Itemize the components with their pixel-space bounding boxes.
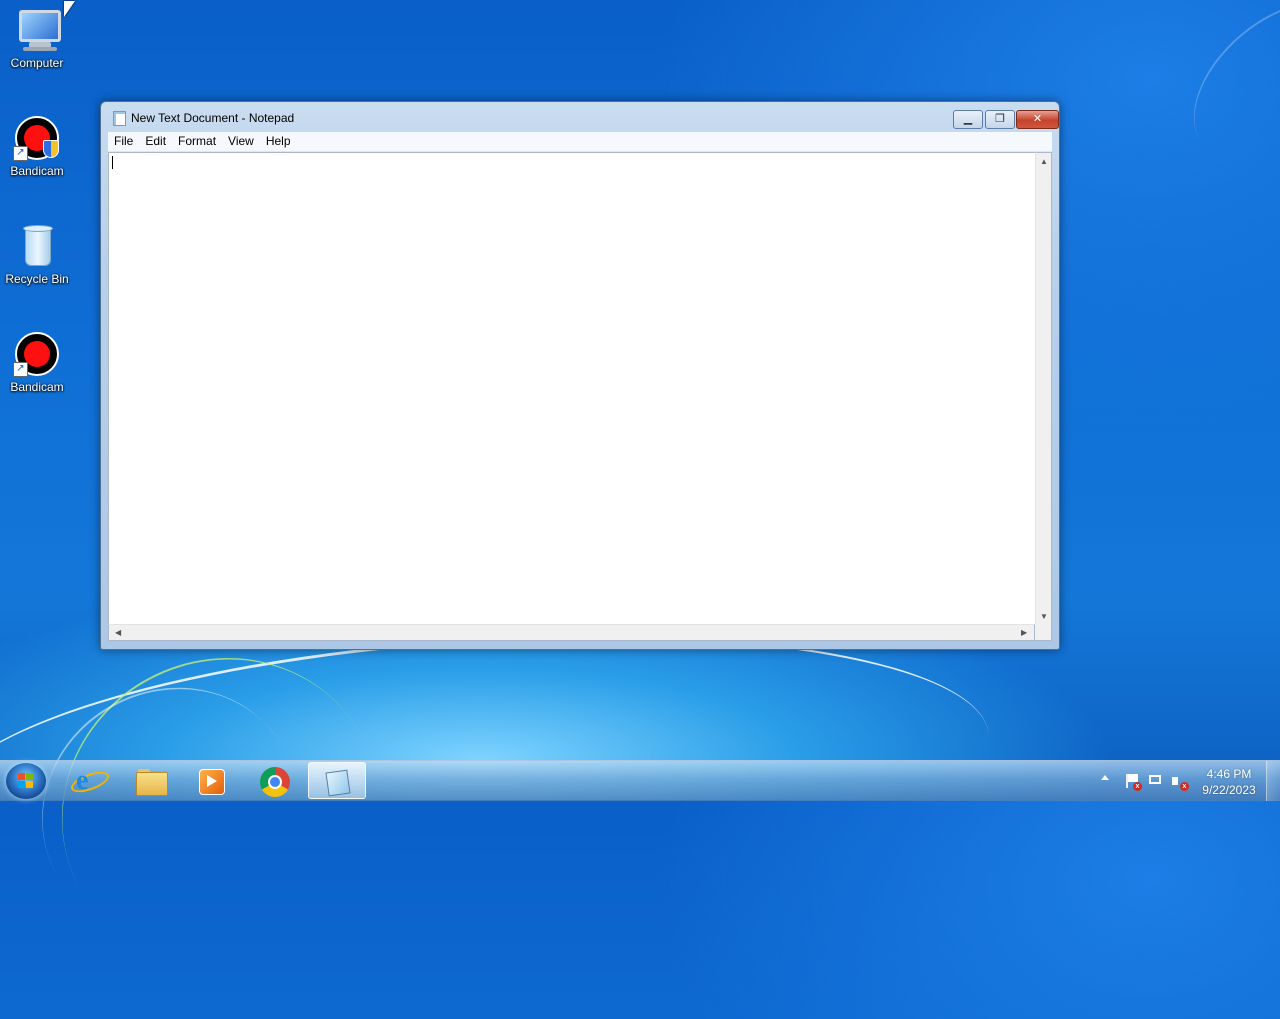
notepad-window[interactable]: New Text Document - Notepad ▁ ❐ ✕ File Ed…: [100, 101, 1060, 650]
desktop-icon-bandicam-2[interactable]: ↗ Bandicam: [0, 330, 74, 394]
taskbar-media-player[interactable]: [184, 762, 242, 799]
desktop-icon-bandicam[interactable]: ↗ Bandicam: [0, 114, 74, 178]
taskbar: e x x 4:46 PM 9/22/2023: [0, 760, 1280, 801]
menu-edit[interactable]: Edit: [139, 132, 172, 151]
taskbar-chrome[interactable]: [246, 762, 304, 799]
text-editor[interactable]: [108, 152, 1036, 626]
internet-explorer-icon: e: [76, 765, 89, 796]
desktop-icon-computer[interactable]: Computer: [0, 6, 74, 70]
file-explorer-icon: [136, 772, 168, 796]
clock-time: 4:46 PM: [1206, 767, 1252, 781]
windows-logo-icon: [18, 773, 34, 789]
bandicam-icon: ↗: [13, 330, 61, 378]
desktop-icon-label: Bandicam: [10, 380, 64, 394]
computer-icon: [13, 6, 61, 54]
scroll-up-arrow-icon[interactable]: ▲: [1040, 158, 1048, 166]
window-title: New Text Document - Notepad: [131, 111, 295, 125]
scroll-down-arrow-icon[interactable]: ▼: [1040, 613, 1048, 621]
maximize-button[interactable]: ❐: [985, 110, 1015, 129]
shortcut-arrow-icon: ↗: [13, 146, 28, 161]
minimize-button[interactable]: ▁: [953, 110, 983, 129]
scroll-right-arrow-icon[interactable]: ▶: [1021, 629, 1027, 637]
taskbar-file-explorer[interactable]: [122, 762, 180, 799]
shortcut-arrow-icon: ↗: [13, 362, 28, 377]
recycle-bin-icon: [13, 222, 61, 270]
text-caret: [112, 156, 113, 169]
action-center-flag-icon[interactable]: x: [1124, 773, 1142, 791]
volume-muted-icon[interactable]: x: [1171, 773, 1189, 791]
title-bar[interactable]: New Text Document - Notepad ▁ ❐ ✕: [101, 102, 1059, 132]
scroll-left-arrow-icon[interactable]: ◀: [115, 629, 121, 637]
menu-view[interactable]: View: [222, 132, 260, 151]
menu-format[interactable]: Format: [172, 132, 222, 151]
start-button[interactable]: [6, 763, 46, 799]
taskbar-notepad[interactable]: [308, 762, 366, 799]
notepad-icon: [113, 111, 126, 126]
menu-help[interactable]: Help: [260, 132, 297, 151]
uac-shield-icon: [43, 140, 59, 158]
menu-file[interactable]: File: [108, 132, 139, 151]
notepad-icon: [325, 769, 351, 797]
horizontal-scrollbar[interactable]: ◀ ▶: [108, 624, 1035, 641]
desktop-icon-label: Recycle Bin: [5, 272, 69, 286]
taskbar-internet-explorer[interactable]: e: [60, 762, 118, 799]
show-hidden-icons-arrow[interactable]: [1101, 775, 1109, 780]
desktop-icon-label: Bandicam: [10, 164, 64, 178]
show-desktop-button[interactable]: [1266, 761, 1280, 801]
menu-bar: File Edit Format View Help: [108, 132, 1052, 152]
bandicam-icon: ↗: [13, 114, 61, 162]
vertical-scrollbar[interactable]: ▲ ▼: [1035, 152, 1052, 626]
close-button[interactable]: ✕: [1016, 110, 1059, 129]
resize-grip-icon[interactable]: [1035, 624, 1052, 641]
network-icon[interactable]: [1147, 773, 1163, 789]
wallpaper-swoosh: [1164, 0, 1280, 193]
wallpaper-swoosh: [0, 641, 344, 981]
mouse-cursor-icon: [64, 1, 75, 17]
wallpaper-swoosh: [7, 602, 433, 1019]
desktop-icon-label: Computer: [10, 56, 64, 70]
clock-date: 9/22/2023: [1202, 783, 1256, 797]
desktop-icon-recycle-bin[interactable]: Recycle Bin: [0, 222, 74, 286]
system-clock[interactable]: 4:46 PM 9/22/2023: [1196, 766, 1262, 798]
